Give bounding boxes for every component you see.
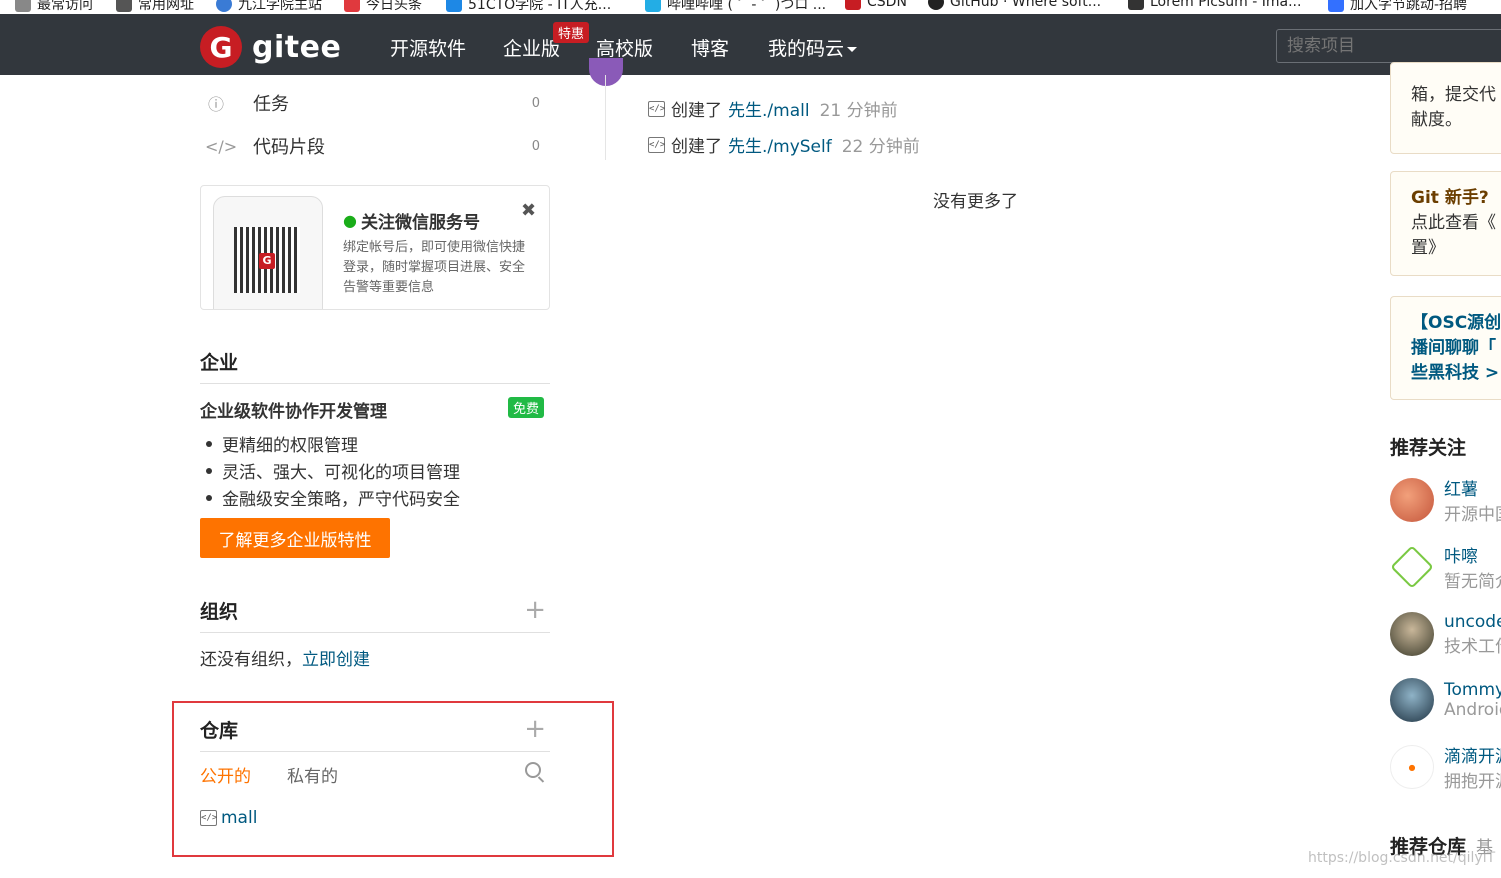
51cto-icon <box>446 0 462 12</box>
git-beginner-title: Git 新手? <box>1411 188 1489 208</box>
code-snippet-icon: </> <box>205 136 238 156</box>
bookmark-51cto[interactable]: 51CTO学院 - IT人充... <box>446 0 611 14</box>
wechat-description: 绑定帐号后，即可使用微信快捷登录，随时掌握项目进展、安全告警等重要信息 <box>343 240 526 295</box>
learn-enterprise-button[interactable]: 了解更多企业版特性 <box>200 518 390 558</box>
enterprise-feature-list: 更精细的权限管理 灵活、强大、可视化的项目管理 金融级安全策略，严守代码安全 <box>206 430 460 511</box>
repo-code-icon: </> <box>648 136 665 153</box>
image-icon <box>1128 0 1144 10</box>
close-icon[interactable]: ✖ <box>521 200 536 221</box>
orgs-empty-message: 还没有组织，立即创建 <box>200 650 370 670</box>
orgs-heading: 组织 + <box>200 595 550 633</box>
bookmark-folder[interactable]: 常用网址 <box>116 0 194 14</box>
feed-time: 21 分钟前 <box>819 101 898 121</box>
phone-illustration: G <box>213 196 323 309</box>
bookmark-bytedance[interactable]: 加入字节跳动-招聘 <box>1328 0 1467 14</box>
bookmark-picsum[interactable]: Lorem Picsum - Ima... <box>1128 0 1301 10</box>
avatar <box>1390 545 1434 589</box>
add-repo-icon[interactable]: + <box>524 714 546 744</box>
feed-repo-link[interactable]: 先生./mall <box>728 96 810 121</box>
special-offer-badge: 特惠 <box>553 22 590 43</box>
list-item: 更精细的权限管理 <box>206 430 460 457</box>
recommend-follow-heading: 推荐关注 <box>1390 437 1467 459</box>
gitee-logo-text: gitee <box>252 29 342 65</box>
sidebar-item-snippets[interactable]: </> 代码片段 0 <box>205 131 550 161</box>
create-org-link[interactable]: 立即创建 <box>302 650 370 670</box>
avatar: ● <box>1390 745 1434 789</box>
nav-enterprise[interactable]: 企业版 <box>503 34 560 61</box>
recommend-user[interactable]: 咔嚓暂无简介 <box>1390 544 1501 592</box>
tab-public[interactable]: 公开的 <box>200 762 251 787</box>
bookmark-csdn[interactable]: CSDN <box>845 0 907 10</box>
folder-icon <box>116 0 132 12</box>
tab-private[interactable]: 私有的 <box>287 762 338 787</box>
contribution-card: 箱，提交代 献度。 <box>1390 62 1501 154</box>
avatar <box>1390 678 1434 722</box>
github-icon <box>928 0 944 10</box>
sidebar-item-issues[interactable]: ⓘ 任务 0 <box>205 88 550 118</box>
bytedance-icon <box>1328 0 1344 12</box>
bookmark-jjxy[interactable]: 九江学院主站 <box>216 0 322 14</box>
top-navbar: G gitee 开源软件 企业版 特惠 高校版 博客 我的码云 <box>0 14 1501 75</box>
git-beginner-card[interactable]: Git 新手? 点此查看《 置》 <box>1390 171 1501 276</box>
osc-live-card[interactable]: 【OSC源创 播间聊聊「 些黑科技 > <box>1390 296 1501 400</box>
feed-item: </> 创建了 先生./mall 21 分钟前 <box>648 96 898 121</box>
issues-count: 0 <box>531 95 540 111</box>
bookmark-toutiao[interactable]: 今日头条 <box>344 0 422 14</box>
feed-repo-link[interactable]: 先生./mySelf <box>728 132 832 157</box>
recommend-user[interactable]: 红薯开源中国 <box>1390 477 1501 525</box>
wechat-title: ● 关注微信服务号 <box>343 211 480 233</box>
recommend-user[interactable]: uncode技术工作 <box>1390 611 1501 657</box>
list-item: 灵活、强大、可视化的项目管理 <box>206 457 460 484</box>
bookmark-bilibili[interactable]: 哔哩哔哩 ( ゜- ゜)つロ ... <box>645 0 826 14</box>
no-more-text: 没有更多了 <box>933 192 1018 212</box>
avatar <box>1390 478 1434 522</box>
nav-my-gitee[interactable]: 我的码云 <box>768 34 858 61</box>
feed-time: 22 分钟前 <box>841 137 920 157</box>
bilibili-icon <box>645 0 661 12</box>
wechat-icon: ● <box>343 211 357 230</box>
enterprise-heading: 企业 <box>200 348 550 384</box>
nav-university[interactable]: 高校版 <box>596 34 653 61</box>
gear-icon <box>15 0 31 12</box>
bookmarks-bar: 最常访问 常用网址 九江学院主站 今日头条 51CTO学院 - IT人充... … <box>0 0 1501 14</box>
feed-item: </> 创建了 先生./mySelf 22 分钟前 <box>648 132 920 157</box>
repo-code-icon: </> <box>200 810 217 826</box>
avatar[interactable] <box>589 58 623 86</box>
chevron-down-icon <box>847 47 858 52</box>
recommend-user[interactable]: TommyAndroid <box>1390 677 1501 723</box>
bookmark-github[interactable]: GitHub · Where soft... <box>928 0 1101 10</box>
nav-open-source[interactable]: 开源软件 <box>390 34 466 61</box>
search-icon[interactable] <box>525 762 541 778</box>
toutiao-icon <box>344 0 360 12</box>
list-item: 金融级安全策略，严守代码安全 <box>206 484 460 511</box>
feed-timeline-line <box>605 75 606 160</box>
gitee-logo-icon: G <box>200 26 242 68</box>
search-input[interactable] <box>1276 29 1501 63</box>
repo-tabs: 公开的 私有的 <box>200 762 338 787</box>
repo-code-icon: </> <box>648 100 665 117</box>
globe-icon <box>216 0 232 12</box>
qr-logo: G <box>259 253 275 269</box>
add-org-icon[interactable]: + <box>524 595 546 625</box>
repos-heading: 仓库 + <box>200 714 550 752</box>
enterprise-subtitle: 企业级软件协作开发管理 <box>200 402 387 422</box>
avatar <box>1390 612 1434 656</box>
free-badge: 免费 <box>508 397 545 418</box>
watermark: https://blog.csdn.net/qilyiT <box>1308 850 1496 866</box>
nav-blog[interactable]: 博客 <box>691 34 729 61</box>
snippets-count: 0 <box>531 138 540 154</box>
repo-item-mall[interactable]: </> mall <box>200 808 257 828</box>
csdn-icon <box>845 0 861 10</box>
recommend-user[interactable]: ● 滴滴开源拥抱开源 <box>1390 744 1501 792</box>
gitee-logo[interactable]: G gitee <box>200 26 341 68</box>
issue-icon: ⓘ <box>207 95 224 114</box>
wechat-follow-card: G ● 关注微信服务号 绑定帐号后，即可使用微信快捷登录，随时掌握项目进展、安全告… <box>200 185 550 310</box>
bookmark-most-visited[interactable]: 最常访问 <box>15 0 93 14</box>
